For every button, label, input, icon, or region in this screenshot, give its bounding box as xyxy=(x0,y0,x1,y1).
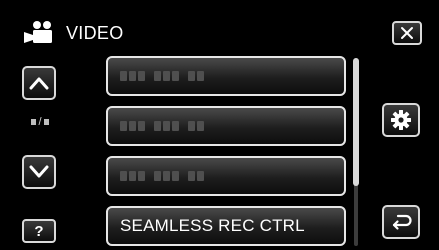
page-indicator-total xyxy=(43,119,49,125)
chevron-down-icon xyxy=(29,165,49,178)
page-title: VIDEO xyxy=(66,23,124,43)
menu-item[interactable] xyxy=(106,156,346,196)
chevron-up-icon xyxy=(29,77,49,90)
menu-item-placeholder-label xyxy=(120,71,204,81)
header: VIDEO xyxy=(22,18,124,48)
menu-item-label: SEAMLESS REC CTRL xyxy=(120,216,305,235)
menu-item-placeholder-label xyxy=(120,121,204,131)
scroll-up-button[interactable] xyxy=(22,66,56,100)
page-indicator-current xyxy=(31,119,37,125)
page-indicator-separator: / xyxy=(38,116,42,128)
return-arrow-icon xyxy=(392,214,412,230)
close-icon xyxy=(401,27,413,39)
help-button[interactable]: ? xyxy=(22,219,56,243)
back-button[interactable] xyxy=(382,205,420,239)
menu-item[interactable] xyxy=(106,56,346,96)
settings-button[interactable] xyxy=(382,103,420,137)
scrollbar-thumb[interactable] xyxy=(353,58,359,186)
video-camera-icon xyxy=(24,21,52,43)
menu-item-placeholder-label xyxy=(120,171,204,181)
close-button[interactable] xyxy=(392,21,422,45)
gear-icon xyxy=(391,110,411,130)
page-indicator: / xyxy=(24,116,56,128)
help-icon: ? xyxy=(34,222,44,240)
menu-item-seamless-rec-ctrl[interactable]: SEAMLESS REC CTRL xyxy=(106,206,346,246)
menu-item[interactable] xyxy=(106,106,346,146)
scroll-down-button[interactable] xyxy=(22,155,56,189)
